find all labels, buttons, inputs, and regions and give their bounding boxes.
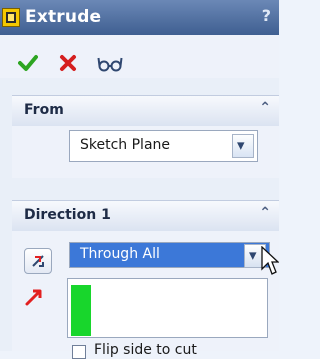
- extrude-feature-icon: [2, 8, 20, 27]
- depth-color-indicator: [71, 285, 91, 336]
- chevron-up-icon[interactable]: ⌃: [259, 100, 271, 116]
- extrude-property-manager: Extrude ? From ⌃ Sketch Plane Direction …: [0, 0, 279, 359]
- title-bar: Extrude ?: [0, 0, 279, 35]
- chevron-up-icon[interactable]: ⌃: [259, 205, 271, 221]
- detailed-preview-glasses-icon[interactable]: [97, 54, 123, 72]
- reverse-direction-button[interactable]: [24, 248, 52, 274]
- from-label: From: [24, 102, 64, 118]
- flip-side-to-cut-checkbox[interactable]: [72, 345, 86, 359]
- depth-preview-box: [67, 278, 268, 338]
- flip-side-to-cut-label: Flip side to cut: [94, 342, 197, 358]
- ok-checkmark-icon[interactable]: [18, 53, 38, 73]
- mouse-pointer-icon: [261, 246, 279, 275]
- help-button[interactable]: ?: [262, 6, 271, 25]
- end-condition-value: Through All: [80, 246, 160, 262]
- panel-title: Extrude: [25, 7, 102, 27]
- direction1-label: Direction 1: [24, 207, 111, 223]
- from-section-body: Sketch Plane: [12, 126, 279, 178]
- direction-arrow-icon: [25, 289, 42, 306]
- from-section-header[interactable]: From ⌃: [12, 95, 279, 126]
- from-select[interactable]: Sketch Plane: [69, 130, 258, 162]
- cancel-x-icon[interactable]: [59, 54, 77, 72]
- chevron-down-icon[interactable]: [232, 134, 254, 158]
- from-selected-value: Sketch Plane: [80, 137, 171, 153]
- end-condition-select[interactable]: Through All: [69, 242, 270, 268]
- action-bar: [0, 35, 279, 78]
- direction1-section-header[interactable]: Direction 1 ⌃: [12, 200, 279, 231]
- reverse-direction-icon: [32, 255, 44, 267]
